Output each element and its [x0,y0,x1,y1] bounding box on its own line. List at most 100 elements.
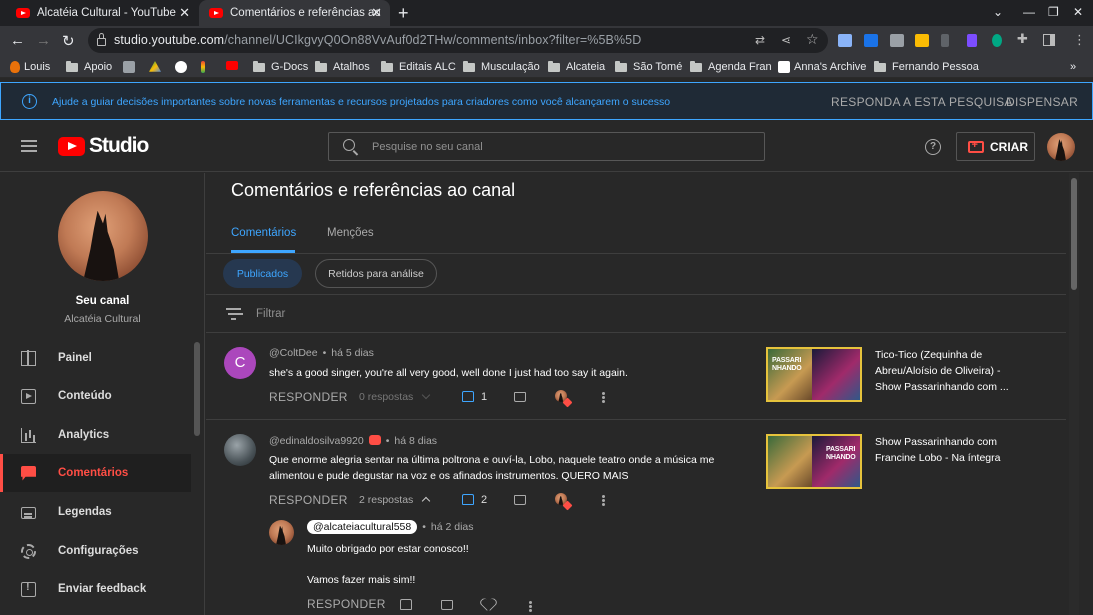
more-options-icon[interactable] [529,605,532,608]
extension-icon[interactable] [915,34,929,47]
reply-button[interactable]: RESPONDER [269,390,348,404]
filter-icon[interactable] [226,308,241,320]
dislike-icon[interactable] [441,600,453,610]
sidebar-item-painel[interactable]: Painel [0,339,191,377]
reply-button[interactable]: RESPONDER [307,597,386,611]
search-input[interactable] [372,139,752,155]
extension-icon[interactable] [864,34,878,47]
reply-author[interactable]: @alcateiacultural558 [307,520,418,534]
bookmark-drive[interactable] [149,61,165,73]
side-panel-icon[interactable] [1043,34,1055,46]
like-icon[interactable] [400,599,412,610]
youtube-logo-icon[interactable] [58,137,85,156]
bookmark-alcateia[interactable]: Alcateia [548,60,605,73]
main-scrollbar[interactable] [1071,178,1077,290]
url-text[interactable]: studio.youtube.com/channel/UCIkgvyQ0On88… [114,33,641,47]
bookmark-editais[interactable]: Editais ALC [381,60,456,73]
sidebar-item-analytics[interactable]: Analytics [0,416,191,454]
forward-icon[interactable]: → [36,32,51,49]
reload-icon[interactable]: ↻ [62,32,75,50]
extension-icon[interactable] [890,34,904,47]
extensions-puzzle-icon[interactable]: ✚ [1017,31,1028,47]
studio-logo-text[interactable]: Studio [89,134,149,158]
more-options-icon[interactable] [602,499,605,502]
video-thumbnail[interactable]: PASSARI NHANDO [766,347,862,402]
new-tab-icon[interactable]: + [398,3,409,24]
commenter-avatar[interactable]: C [224,347,256,379]
bookmark-annas[interactable]: Anna's Archive [778,61,866,73]
bookmark-pessoa[interactable]: Fernando Pessoa [874,60,979,73]
close-tab-icon[interactable]: ✕ [179,5,190,21]
sidebar-item-feedback[interactable]: Enviar feedback [0,570,191,608]
create-button[interactable]: CRIAR [956,132,1035,161]
dismiss-button[interactable]: DISPENSAR [1006,95,1078,109]
bookmark-louis[interactable]: Louis [10,61,50,73]
bookmark-gdocs[interactable]: G-Docs [253,60,308,73]
restore-icon[interactable]: ❐ [1048,5,1059,19]
replies-count[interactable]: 2 respostas [359,494,413,506]
sidebar-item-configuracoes[interactable]: Configurações [0,532,191,570]
back-icon[interactable]: ← [10,32,25,49]
sidebar-item-conteudo[interactable]: Conteúdo [0,377,191,415]
dislike-icon[interactable] [514,392,526,402]
sidebar-item-legendas[interactable]: Legendas [0,493,191,531]
browser-tab-youtube[interactable]: Alcatéia Cultural - YouTube ✕ [6,0,198,26]
like-icon[interactable] [462,391,474,402]
bookmark-musculacao[interactable]: Musculação [463,60,540,73]
chip-retidos[interactable]: Retidos para análise [315,259,437,288]
bookmark-agenda[interactable]: Agenda Fran [690,60,772,73]
lock-icon[interactable] [97,38,106,46]
heart-icon[interactable] [482,599,495,611]
extension-icon[interactable] [992,34,1002,47]
creator-heart-icon[interactable] [555,493,573,511]
comment-author[interactable]: @edinaldosilva9920 [269,435,364,447]
browser-menu-icon[interactable]: ⋮ [1073,32,1086,48]
bookmark-colorful[interactable] [201,61,209,73]
more-options-icon[interactable] [602,396,605,399]
video-title[interactable]: Tico-Tico (Zequinha de Abreu/Aloísio de … [875,347,1015,395]
bookmark-saotome[interactable]: São Tomé [615,60,682,73]
bookmark-apoio[interactable]: Apoio [66,60,112,73]
search-icon[interactable] [343,139,355,151]
tab-comentarios[interactable]: Comentários [231,227,296,239]
creator-heart-icon[interactable] [555,390,573,408]
like-icon[interactable] [462,494,474,505]
chevron-down-icon[interactable] [421,390,431,400]
bookmark-atalhos[interactable]: Atalhos [315,60,370,73]
filter-input[interactable] [256,306,556,322]
close-window-icon[interactable]: ✕ [1073,5,1083,19]
extension-icon[interactable] [838,34,852,47]
comment-time[interactable]: há 8 dias [394,435,437,447]
comment-time[interactable]: há 5 dias [331,347,374,359]
share-icon[interactable]: ⋖ [781,33,791,47]
replies-count[interactable]: 0 respostas [359,391,413,403]
browser-tab-studio[interactable]: Comentários e referências ao ca ✕ [199,0,390,26]
account-avatar[interactable] [1047,133,1075,161]
sidebar-item-comentarios[interactable]: Comentários [0,454,191,492]
reply-time[interactable]: há 2 dias [431,521,474,533]
chevron-up-icon[interactable] [421,496,431,506]
reply-author-avatar[interactable] [269,520,294,545]
channel-avatar[interactable] [58,191,148,281]
close-tab-icon[interactable]: ✕ [371,5,382,21]
sidebar-scrollbar[interactable] [194,342,200,436]
chip-publicados[interactable]: Publicados [223,259,302,288]
extension-icon[interactable] [967,34,977,47]
reply-button[interactable]: RESPONDER [269,493,348,507]
bookmark-icon-only[interactable] [123,61,139,73]
comment-author[interactable]: @ColtDee [269,347,318,359]
extension-icon[interactable] [941,34,949,47]
tab-search-icon[interactable]: ⌄ [993,5,1003,19]
bookmark-star-icon[interactable]: ☆ [806,31,819,48]
translate-icon[interactable]: ⇄ [755,33,765,47]
tab-mencoes[interactable]: Menções [327,227,374,239]
video-title[interactable]: Show Passarinhando com Francine Lobo - N… [875,434,1015,466]
bookmark-youtube[interactable] [226,61,242,70]
menu-hamburger-icon[interactable] [21,140,37,152]
survey-button[interactable]: RESPONDA A ESTA PESQUISA [831,95,1013,109]
bookmark-google[interactable] [175,61,191,73]
video-thumbnail[interactable]: PASSARI NHANDO [766,434,862,489]
dislike-icon[interactable] [514,495,526,505]
more-bookmarks-icon[interactable]: » [1070,61,1076,73]
help-icon[interactable]: ? [925,139,941,155]
